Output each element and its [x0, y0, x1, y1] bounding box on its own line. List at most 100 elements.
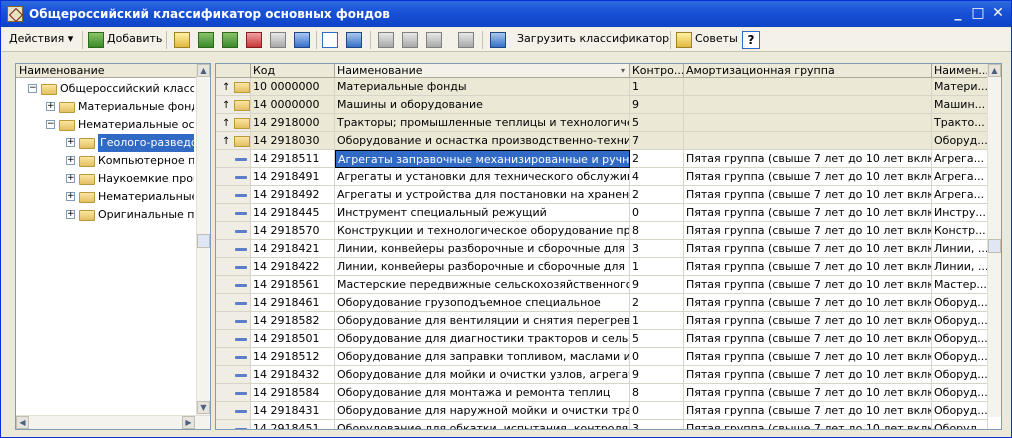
delete-icon[interactable]	[246, 32, 262, 48]
table-row[interactable]: ↑ 14 2918000 Тракторы; промышленные теплиц…	[216, 114, 988, 132]
scroll-left-icon[interactable]: ◀	[16, 416, 29, 429]
table-row[interactable]: 14 2918492 Агрегаты и устройства для пост…	[216, 186, 988, 204]
table-row[interactable]: 14 2918422 Линии, конвейеры разборочные и…	[216, 258, 988, 276]
expand-icon[interactable]: +	[66, 138, 75, 147]
tree-panel: Наименование − Общероссийский классиф + Мат…	[15, 63, 211, 430]
table-row[interactable]: ↑ 10 0000000 Материальные фонды 1 Матери...	[216, 78, 988, 96]
folder-icon	[234, 118, 250, 129]
tree-item[interactable]: + Оригинальные произведения	[16, 206, 194, 224]
grid-header-name[interactable]: Наименование ▾	[335, 64, 630, 78]
tree-item[interactable]: + Наукоемкие промышленные	[16, 170, 194, 188]
table-row[interactable]: 14 2918501 Оборудование для диагностики т…	[216, 330, 988, 348]
tree-vertical-scrollbar[interactable]: ▲ ▼	[196, 64, 210, 415]
scroll-up-icon[interactable]: ▲	[197, 64, 210, 77]
grid-header-name2[interactable]: Наимен...	[932, 64, 988, 78]
app-icon	[7, 6, 23, 22]
table-row[interactable]: 14 2918582 Оборудование для вентиляции и …	[216, 312, 988, 330]
item-icon	[235, 302, 247, 305]
expand-icon[interactable]: +	[66, 174, 75, 183]
folder-icon	[79, 210, 95, 221]
table-row[interactable]: 14 2918584 Оборудование для монтажа и рем…	[216, 384, 988, 402]
filter-by-value-icon[interactable]	[402, 32, 418, 48]
tree-item[interactable]: + Нематериальные	[16, 188, 194, 206]
scroll-thumb[interactable]	[988, 239, 1001, 253]
scroll-right-icon[interactable]: ▶	[182, 416, 195, 429]
collapse-icon[interactable]: −	[28, 84, 37, 93]
filter-icon[interactable]	[378, 32, 394, 48]
table-cell-control: 1	[630, 312, 684, 330]
table-cell-group: Пятая группа (свыше 7 лет до 10 лет вклю…	[684, 384, 932, 402]
table-row[interactable]: 14 2918431 Оборудование для наружной мойк…	[216, 402, 988, 420]
tree-horizontal-scrollbar[interactable]: ◀ ▶	[16, 415, 210, 429]
table-row[interactable]: 14 2918491 Агрегаты и установки для техни…	[216, 168, 988, 186]
table-cell-name: Инструмент специальный режущий	[335, 204, 630, 222]
table-row[interactable]: 14 2918461 Оборудование грузоподъемное сп…	[216, 294, 988, 312]
table-row[interactable]: 14 2918561 Мастерские передвижные сельско…	[216, 276, 988, 294]
table-cell-name: Агрегаты и установки для технического об…	[335, 168, 630, 186]
table-row[interactable]: 14 2918421 Линии, конвейеры разборочные и…	[216, 240, 988, 258]
item-icon	[235, 212, 247, 215]
clear-filter-icon[interactable]	[458, 32, 474, 48]
folder-icon	[79, 174, 95, 185]
refresh-icon[interactable]	[490, 32, 506, 48]
table-cell-group: Пятая группа (свыше 7 лет до 10 лет вклю…	[684, 294, 932, 312]
table-row[interactable]: 14 2918570 Конструкции и технологическое …	[216, 222, 988, 240]
help-button[interactable]: ?	[742, 31, 760, 49]
level-up-icon[interactable]	[346, 32, 362, 48]
tips-icon[interactable]	[676, 32, 692, 48]
expand-icon[interactable]: +	[46, 102, 55, 111]
expand-icon[interactable]: +	[66, 192, 75, 201]
filter-history-icon[interactable]	[426, 32, 442, 48]
title-bar[interactable]: Общероссийский классификатор основных фо…	[1, 1, 1011, 27]
grid-header-icon-col[interactable]	[216, 64, 251, 78]
tree-item[interactable]: − Общероссийский классиф	[16, 80, 194, 98]
table-row[interactable]: 14 2918451 Оборудование для обкатки, испы…	[216, 420, 988, 429]
table-row[interactable]: ↑ 14 2918030 Оборудование и оснастка произ…	[216, 132, 988, 150]
table-row[interactable]: 14 2918445 Инструмент специальный режущий…	[216, 204, 988, 222]
grid-header-code[interactable]: Код	[251, 64, 335, 78]
grid-header-control[interactable]: Контро...	[630, 64, 684, 78]
tree-column-header[interactable]: Наименование	[16, 64, 196, 78]
table-cell-code: 14 2918561	[251, 276, 335, 294]
post-icon[interactable]	[270, 32, 286, 48]
load-classifier-button[interactable]: Загрузить классификатор	[514, 30, 672, 50]
collapse-icon[interactable]: −	[46, 120, 55, 129]
add-icon[interactable]	[88, 32, 104, 48]
minimize-button[interactable]: _	[949, 5, 967, 23]
copy-icon[interactable]	[198, 32, 214, 48]
item-icon	[235, 338, 247, 341]
close-button[interactable]: ✕	[989, 5, 1007, 23]
table-cell-name2: Тракто...	[932, 114, 988, 132]
edit-form-icon[interactable]	[294, 32, 310, 48]
table-row[interactable]: 14 2918512 Оборудование для заправки топл…	[216, 348, 988, 366]
row-type-cell	[216, 384, 251, 402]
table-row[interactable]: ↑ 14 0000000 Машины и оборудование 9 Машин..…	[216, 96, 988, 114]
window-title: Общероссийский классификатор основных фо…	[29, 7, 390, 21]
tips-button[interactable]: Советы	[692, 30, 741, 50]
tree-item[interactable]: + Геолого-разведочные	[16, 134, 194, 152]
add-folder-icon[interactable]	[174, 32, 190, 48]
hierarchy-view-icon[interactable]	[322, 32, 338, 48]
actions-menu-button[interactable]: Действия ▾	[6, 30, 76, 50]
table-row[interactable]: 14 2918511 Агрегаты заправочные механизир…	[216, 150, 988, 168]
grid-header-depreciation-group[interactable]: Амортизационная группа	[684, 64, 932, 78]
scroll-up-icon[interactable]: ▲	[988, 64, 1001, 77]
add-button[interactable]: Добавить	[104, 30, 165, 50]
table-row[interactable]: 14 2918432 Оборудование для мойки и очист…	[216, 366, 988, 384]
scroll-thumb[interactable]	[197, 234, 210, 248]
table-cell-name: Оборудование грузоподъемное специальное	[335, 294, 630, 312]
tree-item[interactable]: − Нематериальные основные	[16, 116, 194, 134]
maximize-button[interactable]: □	[969, 5, 987, 23]
row-type-cell	[216, 330, 251, 348]
tree-item[interactable]: + Материальные фонды	[16, 98, 194, 116]
expand-icon[interactable]: +	[66, 156, 75, 165]
table-cell-name: Оборудование для наружной мойки и очистк…	[335, 402, 630, 420]
row-type-cell: ↑	[216, 78, 251, 96]
expand-icon[interactable]: +	[66, 210, 75, 219]
grid-vertical-scrollbar[interactable]: ▲	[987, 64, 1001, 417]
tree-item[interactable]: + Компьютерное программное	[16, 152, 194, 170]
edit-icon[interactable]	[222, 32, 238, 48]
table-cell-group: Пятая группа (свыше 7 лет до 10 лет вклю…	[684, 276, 932, 294]
table-cell-group: Пятая группа (свыше 7 лет до 10 лет вклю…	[684, 150, 932, 168]
scroll-down-icon[interactable]: ▼	[197, 401, 210, 414]
